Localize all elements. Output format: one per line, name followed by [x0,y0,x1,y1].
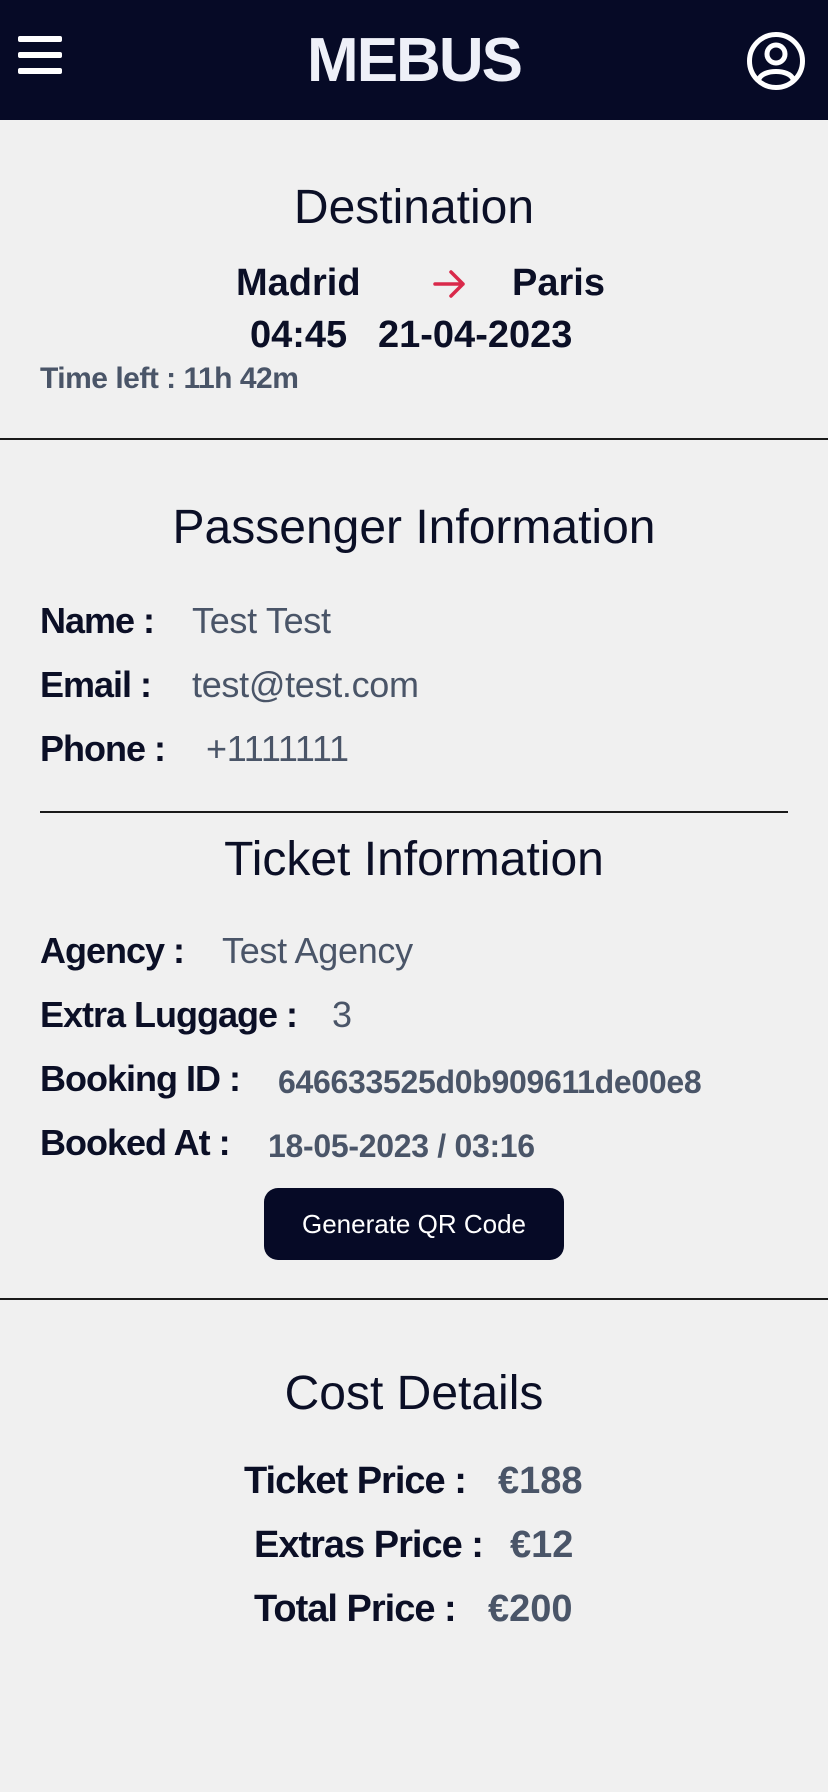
phone-value: +1111111 [206,728,349,769]
departure-time: 04:45 [250,314,348,356]
user-circle-icon[interactable] [746,31,806,91]
booked-at-value: 18-05-2023 / 03:16 [268,1128,535,1164]
email-label: Email : [40,664,152,705]
time-left: Time left : 11h 42m [40,362,299,395]
extras-price-value: €12 [510,1524,574,1566]
extra-luggage-value: 3 [332,994,352,1035]
total-price-value: €200 [488,1588,573,1630]
booking-id-value: 646633525d0b909611de00e8 [278,1064,702,1100]
booked-at-label: Booked At : [40,1122,231,1163]
ticket-info-title: Ticket Information [224,833,604,886]
generate-qr-code-button[interactable]: Generate QR Code [264,1188,564,1260]
origin-city: Madrid [236,262,361,304]
section-divider [0,438,828,440]
section-divider [40,811,788,813]
destination-title: Destination [293,181,535,234]
top-navbar: MEBUS [0,0,828,120]
cost-details-title: Cost Details [284,1367,544,1420]
section-divider [0,1298,828,1300]
booking-id-label: Booking ID : [40,1058,241,1099]
departure-date: 21-04-2023 [378,314,573,356]
ticket-price-value: €188 [498,1460,583,1502]
brand-logo[interactable]: MEBUS [0,26,828,96]
extras-price-label: Extras Price : [254,1524,484,1566]
arrow-right-icon [432,266,468,302]
agency-value: Test Agency [222,930,413,971]
name-label: Name : [40,600,155,641]
phone-label: Phone : [40,728,166,769]
passenger-info-title: Passenger Information [172,501,656,554]
total-price-label: Total Price : [254,1588,457,1630]
ticket-price-label: Ticket Price : [244,1460,467,1502]
extra-luggage-label: Extra Luggage : [40,994,298,1035]
destination-city: Paris [512,262,605,304]
email-value: test@test.com [192,664,419,705]
name-value: Test Test [192,600,331,641]
agency-label: Agency : [40,930,185,971]
